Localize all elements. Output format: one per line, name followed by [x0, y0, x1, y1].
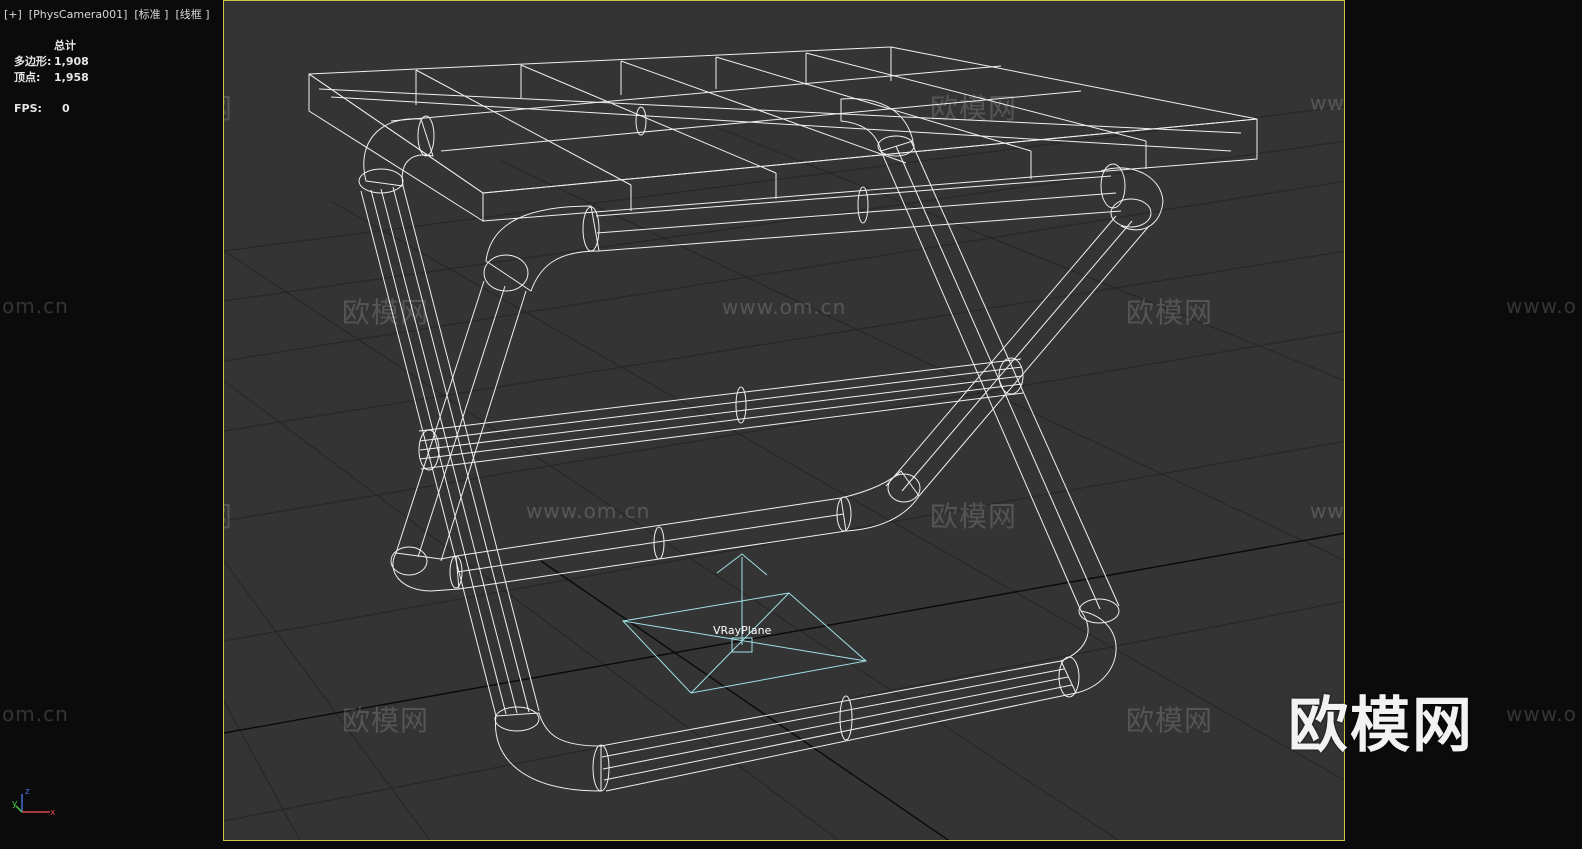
viewport-label[interactable]: [+] [PhysCamera001] [标准 ] [线框 ]	[4, 6, 210, 22]
watermark-url: www.om.cn	[1310, 91, 1345, 115]
stats-fps-row: FPS: 0	[14, 101, 89, 117]
stats-verts-label: 顶点:	[14, 71, 41, 84]
watermark-url-fragment: om.cn	[2, 294, 69, 318]
stats-polys-label: 多边形:	[14, 55, 52, 68]
stool-wireframe	[308, 46, 1258, 792]
watermark-cn: 欧模网	[342, 296, 430, 329]
y-axis-label: y	[12, 799, 18, 809]
x-axis-label: x	[50, 808, 56, 818]
watermark-cn: 欧模网	[1126, 704, 1214, 737]
watermark-url: www.om.cn	[526, 499, 651, 523]
watermark-cn: 欧模网	[224, 495, 233, 535]
perspective-viewport[interactable]: 欧模网 欧模网 www.om.cn 欧模网 www.om.cn 欧模网 欧模网 …	[223, 0, 1345, 841]
bottom-strip	[223, 841, 1345, 849]
watermark-cn: 欧模网	[342, 704, 430, 737]
watermark-url-fragment: om.cn	[2, 702, 69, 726]
site-logo: 欧模网	[1288, 691, 1474, 761]
watermark-url-fragment: www.o	[1506, 702, 1577, 726]
statistics-panel: 总计 多边形: 1,908 顶点: 1,958 FPS: 0	[14, 38, 89, 117]
watermark-cn: 欧模网	[930, 92, 1018, 125]
watermark-cn: 欧模网	[930, 500, 1018, 533]
watermark-url: www.om.cn	[722, 295, 847, 319]
stats-fps-label: FPS:	[14, 102, 42, 115]
ground-axis-lines	[224, 532, 1344, 840]
stats-fps-value: 0	[62, 102, 70, 115]
z-axis-label: z	[25, 787, 30, 797]
watermark-cn: 欧模网	[224, 87, 233, 127]
axis-gizmo: z x y	[12, 787, 56, 818]
stats-polys-row: 多边形: 1,908	[14, 54, 89, 70]
watermark-cn: 欧模网	[1126, 296, 1214, 329]
stats-polys-value: 1,908	[54, 55, 89, 68]
watermark-url-fragment: www.o	[1506, 294, 1577, 318]
stats-header: 总计	[54, 39, 76, 52]
watermark-url: www.om.cn	[1310, 499, 1345, 523]
stats-verts-value: 1,958	[54, 71, 89, 84]
stats-verts-row: 顶点: 1,958	[14, 70, 89, 86]
vray-plane-label[interactable]: VRayPlane	[713, 624, 771, 637]
